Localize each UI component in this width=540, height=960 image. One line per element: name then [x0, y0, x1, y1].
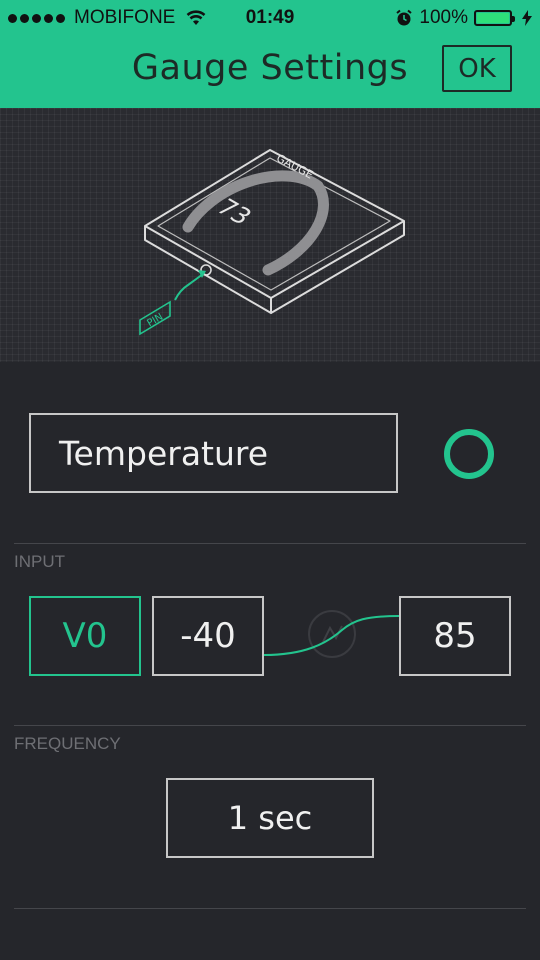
gauge-arc-icon	[182, 170, 329, 276]
pin-select[interactable]: V0	[29, 596, 141, 676]
alarm-icon	[396, 9, 413, 26]
min-value-input[interactable]: -40	[152, 596, 264, 676]
max-value-input[interactable]: 85	[399, 596, 511, 676]
frequency-section-label: FREQUENCY	[14, 734, 121, 753]
gauge-illustration: 73 GAUGE PIN	[139, 149, 405, 336]
divider	[14, 543, 526, 544]
range-curve	[264, 615, 400, 656]
battery-percent: 100%	[419, 7, 468, 28]
gauge-device-right-side	[270, 221, 405, 314]
mapping-icon	[322, 625, 343, 643]
status-right: 100%	[395, 7, 532, 29]
header-bar: Gauge Settings OK	[0, 36, 540, 108]
ok-button[interactable]: OK	[442, 45, 512, 92]
mapping-circle-icon	[308, 610, 356, 658]
status-bar: MOBIFONE 01:49 100%	[0, 0, 540, 36]
battery-fill	[477, 13, 509, 23]
input-section-label: INPUT	[14, 552, 65, 571]
charging-bolt-icon	[522, 10, 532, 26]
range-connector	[264, 610, 400, 658]
color-picker-button[interactable]	[444, 429, 494, 479]
gauge-device-left-side	[144, 226, 272, 314]
frequency-select[interactable]: 1 sec	[166, 778, 374, 858]
widget-preview: 73 GAUGE PIN	[0, 108, 540, 362]
widget-name-input[interactable]: Temperature	[29, 413, 398, 493]
battery-icon	[474, 10, 515, 26]
divider	[14, 908, 526, 909]
divider	[14, 725, 526, 726]
